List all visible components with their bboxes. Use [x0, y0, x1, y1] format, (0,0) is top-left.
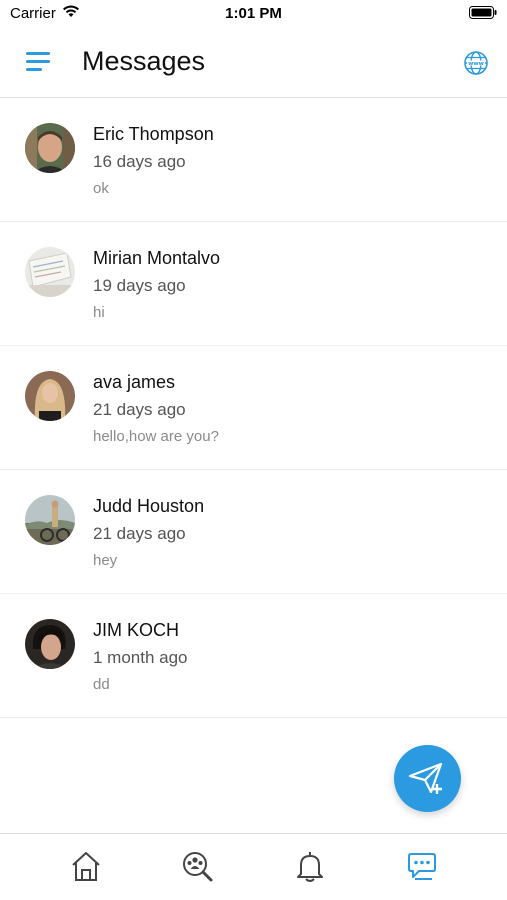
message-preview: hey	[93, 552, 118, 569]
avatar	[25, 123, 75, 173]
contact-name: ava james	[93, 372, 176, 392]
tab-messages[interactable]	[405, 848, 439, 884]
message-item-judd-houston[interactable]: Judd Houston 21 days ago hey	[0, 470, 507, 594]
message-item-mirian-montalvo[interactable]: Mirian Montalvo 19 days ago hi	[0, 222, 507, 346]
tab-search-people[interactable]	[180, 848, 214, 884]
new-message-button[interactable]	[394, 745, 461, 812]
message-time: 21 days ago	[93, 524, 186, 543]
avatar	[25, 371, 75, 421]
message-item-eric-thompson[interactable]: Eric Thompson 16 days ago ok	[0, 98, 507, 222]
message-preview: hi	[93, 304, 105, 321]
message-time: 21 days ago	[93, 400, 186, 419]
svg-text:www: www	[468, 61, 484, 67]
header-bar: Messages www	[0, 28, 507, 98]
message-time: 16 days ago	[93, 152, 186, 171]
message-preview: dd	[93, 676, 110, 693]
contact-name: Eric Thompson	[93, 124, 214, 144]
contact-name: Judd Houston	[93, 496, 205, 516]
message-item-jim-koch[interactable]: JIM KOCH 1 month ago dd	[0, 594, 507, 718]
globe-icon[interactable]: www	[463, 50, 489, 76]
tab-home[interactable]	[69, 848, 103, 884]
tab-notifications[interactable]	[293, 848, 327, 884]
group-search-icon	[183, 852, 213, 882]
tab-bar	[0, 833, 507, 900]
message-preview: hello,how are you?	[93, 428, 219, 445]
contact-name: Mirian Montalvo	[93, 248, 221, 268]
home-icon	[72, 852, 100, 881]
screen: Carrier 1:01 PM Messages www Eric Thomps…	[0, 0, 507, 900]
message-time: 1 month ago	[93, 648, 188, 667]
status-bar: Carrier 1:01 PM	[0, 0, 507, 28]
message-time: 19 days ago	[93, 276, 186, 295]
battery-icon	[469, 6, 497, 19]
page-title: Messages	[82, 46, 206, 76]
avatar	[25, 619, 75, 669]
contact-name: JIM KOCH	[93, 620, 180, 640]
message-preview: ok	[93, 180, 109, 197]
avatar	[25, 247, 75, 297]
message-list: Eric Thompson 16 days ago ok Mirian Mont…	[0, 98, 507, 718]
send-plus-icon	[408, 762, 443, 794]
message-item-ava-james[interactable]: ava james 21 days ago hello,how are you?	[0, 346, 507, 470]
bell-icon	[297, 852, 323, 882]
hamburger-menu-icon[interactable]	[26, 52, 52, 72]
avatar	[25, 495, 75, 545]
chat-icon	[408, 853, 436, 880]
clock-time: 1:01 PM	[225, 5, 282, 22]
